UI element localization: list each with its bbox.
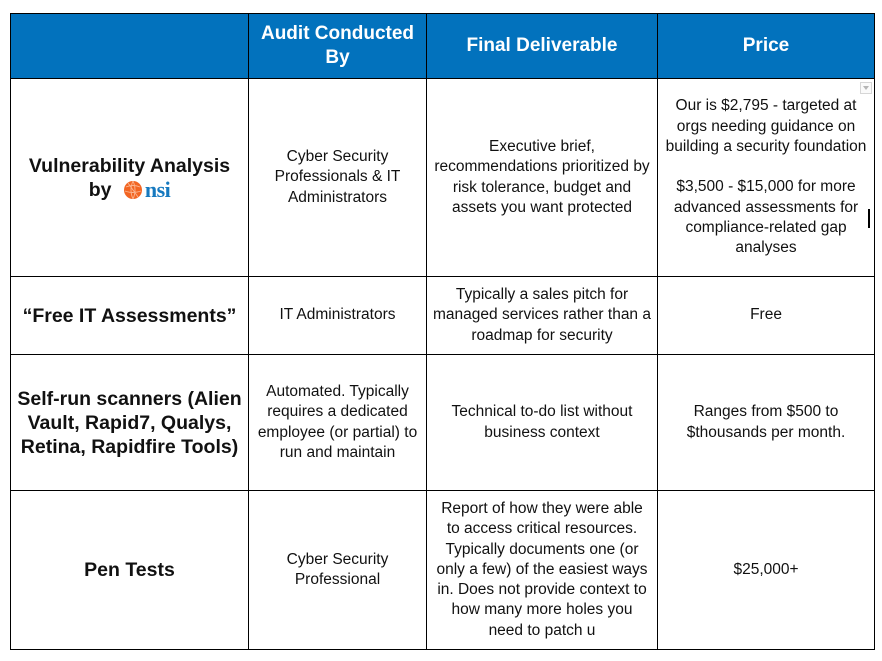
row-service: “Free IT Assessments” — [10, 276, 249, 355]
text-cursor — [868, 209, 870, 228]
header-conducted-by: Audit Conducted By — [248, 13, 427, 79]
table-row: “Free IT Assessments” IT Administrators … — [10, 276, 875, 355]
row-price: $25,000+ — [657, 490, 875, 650]
row-conducted-by: Automated. Typically requires a dedicate… — [248, 354, 427, 491]
price-primary: Our is $2,795 - targeted at orgs needing… — [665, 97, 867, 156]
table-row: Vulnerability Analysis by nsi Cyber Secu… — [10, 78, 875, 277]
price-secondary: $3,500 - $15,000 for more advanced asses… — [673, 178, 859, 257]
row-service: Self-run scanners (Alien Vault, Rapid7, … — [10, 354, 249, 491]
header-row: Audit Conducted By Final Deliverable Pri… — [10, 13, 875, 79]
row-deliverable: Technical to-do list without business co… — [426, 354, 658, 491]
service-by: by — [88, 178, 112, 201]
row-price: Ranges from $500 to $thousands per month… — [657, 354, 875, 491]
row-service: Vulnerability Analysis by nsi — [10, 78, 249, 277]
table-row: Pen Tests Cyber Security Professional Re… — [10, 490, 875, 650]
header-price: Price — [657, 13, 875, 79]
row-conducted-by: Cyber Security Professional — [248, 490, 427, 650]
header-deliverable: Final Deliverable — [426, 13, 658, 79]
row-conducted-by: Cyber Security Professionals & IT Admini… — [248, 78, 427, 277]
row-deliverable: Executive brief, recommendations priorit… — [426, 78, 658, 277]
row-price[interactable]: Our is $2,795 - targeted at orgs needing… — [657, 78, 875, 277]
service-name: Vulnerability Analysis — [28, 154, 231, 177]
row-deliverable: Report of how they were able to access c… — [426, 490, 658, 650]
row-deliverable: Typically a sales pitch for managed serv… — [426, 276, 658, 355]
row-service: Pen Tests — [10, 490, 249, 650]
header-service — [10, 13, 249, 79]
table-row: Self-run scanners (Alien Vault, Rapid7, … — [10, 354, 875, 491]
cell-dropdown-handle[interactable] — [860, 82, 872, 94]
globe-icon — [123, 181, 142, 200]
row-price: Free — [657, 276, 875, 355]
logo-text: nsi — [144, 177, 171, 203]
row-conducted-by: IT Administrators — [248, 276, 427, 355]
nsi-logo: nsi — [123, 177, 171, 203]
comparison-table: Audit Conducted By Final Deliverable Pri… — [10, 13, 875, 650]
